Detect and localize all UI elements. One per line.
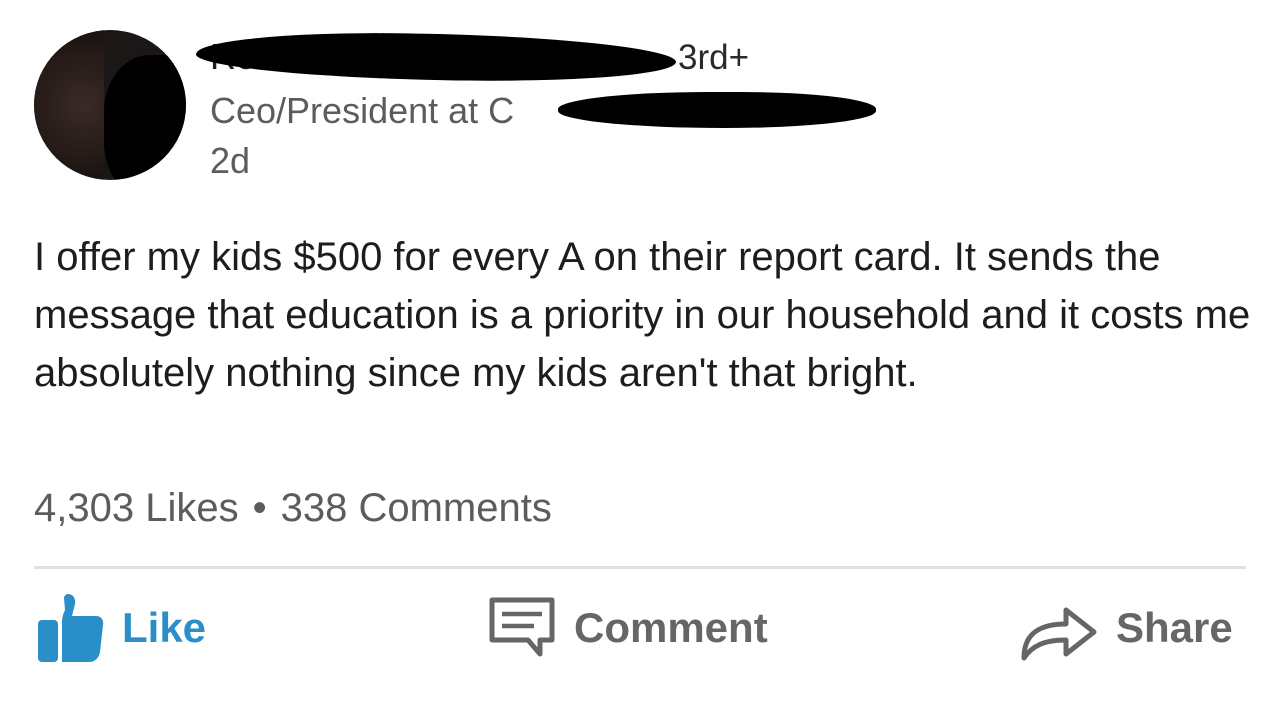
divider [34, 566, 1246, 569]
post-text: I offer my kids $500 for every A on thei… [34, 235, 1251, 395]
share-label: Share [1116, 604, 1233, 651]
post-stats: 4,303 Likes • 338 Comments [34, 486, 552, 531]
avatar-redaction [104, 55, 186, 180]
avatar-photo [34, 30, 104, 180]
thumbs-up-icon [38, 592, 104, 664]
comment-button[interactable]: Comment [488, 588, 768, 668]
like-button[interactable]: Like [38, 588, 206, 668]
comment-icon [488, 596, 556, 660]
like-label: Like [122, 604, 207, 651]
name-redaction [195, 28, 677, 86]
comments-count[interactable]: 338 Comments [281, 486, 552, 530]
avatar[interactable] [34, 30, 186, 180]
post-timestamp: 2d [210, 140, 251, 181]
headline-redaction [558, 92, 876, 128]
stats-separator: • [252, 486, 267, 530]
likes-count[interactable]: 4,303 Likes [34, 486, 239, 530]
author-headline: Ceo/President at C [210, 90, 515, 131]
author-headline-row: Ceo/President at C [210, 88, 890, 134]
comment-label: Comment [574, 604, 768, 651]
feed-post: Ro 3rd+ Ceo/President at C 2d I offer my… [0, 0, 1280, 720]
share-button[interactable]: Share [1020, 588, 1233, 668]
share-arrow-icon [1020, 594, 1100, 662]
connection-degree: 3rd+ [678, 38, 750, 77]
